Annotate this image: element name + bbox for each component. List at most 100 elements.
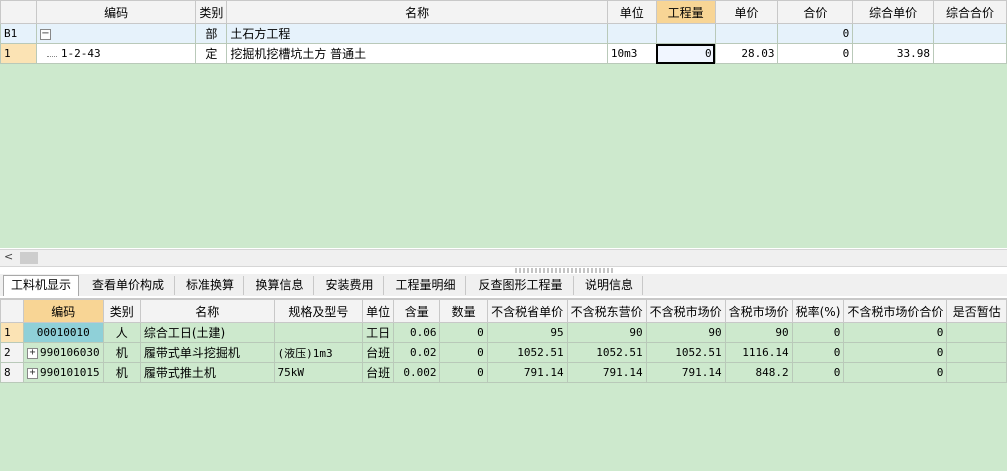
spec-cell[interactable]: 75kW	[273, 362, 364, 383]
name-cell[interactable]: 履带式单斗挖掘机	[139, 342, 275, 363]
unit-cell[interactable]	[606, 23, 657, 44]
name-cell[interactable]: 履带式推土机	[139, 362, 275, 383]
unit-cell[interactable]: 台班	[362, 342, 395, 363]
col-header-unit[interactable]: 单位	[606, 0, 657, 24]
col-header-price[interactable]: 单价	[714, 0, 779, 24]
prov-price-cell[interactable]: 95	[486, 322, 568, 343]
prov-price-cell[interactable]: 1052.51	[486, 342, 568, 363]
unit-cell[interactable]: 台班	[362, 362, 395, 383]
price-cell[interactable]: 28.03	[714, 43, 779, 64]
col-header-type[interactable]: 类别	[102, 299, 141, 323]
col-header-rownum[interactable]	[0, 299, 24, 323]
type-cell[interactable]: 机	[102, 362, 141, 383]
col-header-comp-price[interactable]: 综合单价	[852, 0, 935, 24]
name-cell[interactable]: 土石方工程	[226, 23, 608, 44]
pane-splitter-handle[interactable]	[515, 268, 613, 273]
provisional-cell[interactable]	[946, 342, 1007, 363]
row-number[interactable]: B1	[0, 23, 37, 44]
code-cell[interactable]: 1-2-43	[35, 43, 197, 64]
tax-market-price-cell[interactable]: 90	[724, 322, 793, 343]
table-row[interactable]: 1 1-2-43 定 挖掘机挖槽坑土方 普通土 10m3 0 28.03 0 3…	[0, 43, 1007, 64]
unit-cell[interactable]: 10m3	[606, 43, 657, 64]
code-cell[interactable]: +990101015	[22, 362, 104, 383]
row-number[interactable]: 1	[0, 43, 37, 64]
quantity-cell[interactable]: 0	[439, 322, 488, 343]
tab-description[interactable]: 说明信息	[576, 276, 643, 295]
code-cell[interactable]: 00010010	[22, 322, 104, 343]
col-header-code[interactable]: 编码	[22, 299, 104, 323]
market-total-cell[interactable]: 0	[843, 362, 948, 383]
dongying-price-cell[interactable]: 791.14	[566, 362, 647, 383]
col-header-type[interactable]: 类别	[195, 0, 228, 24]
tab-conversion-info[interactable]: 换算信息	[246, 276, 314, 295]
content-cell[interactable]: 0.002	[393, 362, 441, 383]
col-header-code[interactable]: 编码	[35, 0, 197, 24]
scroll-left-icon[interactable]: <	[4, 250, 13, 263]
col-header-comp-total[interactable]: 综合合价	[933, 0, 1007, 24]
tax-market-price-cell[interactable]: 848.2	[724, 362, 793, 383]
tax-rate-cell[interactable]: 0	[791, 342, 845, 363]
col-header-market-total[interactable]: 不含税市场价合价	[843, 299, 948, 323]
col-header-quantity[interactable]: 工程量	[655, 0, 716, 24]
tab-quantity-detail[interactable]: 工程量明细	[386, 276, 466, 295]
col-header-dongying-price[interactable]: 不含税东营价	[566, 299, 647, 323]
tax-market-price-cell[interactable]: 1116.14	[724, 342, 793, 363]
quantity-cell[interactable]: 0	[439, 342, 488, 363]
comp-total-cell[interactable]	[933, 43, 1007, 64]
scroll-thumb[interactable]	[20, 252, 38, 264]
quantity-cell-selected[interactable]: 0	[655, 43, 716, 64]
market-price-cell[interactable]: 791.14	[645, 362, 726, 383]
price-cell[interactable]	[714, 23, 779, 44]
market-price-cell[interactable]: 90	[645, 322, 726, 343]
tax-rate-cell[interactable]: 0	[791, 362, 845, 383]
row-number[interactable]: 1	[0, 322, 24, 343]
provisional-cell[interactable]	[946, 322, 1007, 343]
tab-install-fee[interactable]: 安装费用	[316, 276, 384, 295]
name-cell[interactable]: 综合工日(土建)	[139, 322, 275, 343]
content-cell[interactable]: 0.06	[393, 322, 441, 343]
col-header-content[interactable]: 含量	[393, 299, 441, 323]
content-cell[interactable]: 0.02	[393, 342, 441, 363]
market-price-cell[interactable]: 1052.51	[645, 342, 726, 363]
dongying-price-cell[interactable]: 90	[566, 322, 647, 343]
col-header-name[interactable]: 名称	[139, 299, 275, 323]
table-row[interactable]: B1 − 部 土石方工程 0	[0, 23, 1007, 44]
type-cell[interactable]: 定	[195, 43, 228, 64]
table-row[interactable]: 2 +990106030 机 履带式单斗挖掘机 (液压)1m3 台班 0.02 …	[0, 342, 1007, 363]
comp-price-cell[interactable]: 33.98	[852, 43, 935, 64]
row-number[interactable]: 2	[0, 342, 24, 363]
provisional-cell[interactable]	[946, 362, 1007, 383]
quantity-cell[interactable]	[655, 23, 716, 44]
market-total-cell[interactable]: 0	[843, 322, 948, 343]
expand-icon[interactable]: +	[26, 347, 38, 359]
col-header-rownum[interactable]	[0, 0, 37, 24]
total-cell[interactable]: 0	[777, 23, 854, 44]
col-header-prov-price[interactable]: 不含税省单价	[486, 299, 568, 323]
col-header-tax-rate[interactable]: 税率(%)	[791, 299, 845, 323]
tab-material-display[interactable]: 工料机显示	[3, 275, 79, 296]
tab-price-composition[interactable]: 查看单价构成	[82, 276, 175, 295]
code-cell[interactable]: −	[35, 23, 197, 44]
col-header-spec[interactable]: 规格及型号	[273, 299, 364, 323]
comp-total-cell[interactable]	[933, 23, 1007, 44]
name-cell[interactable]: 挖掘机挖槽坑土方 普通土	[226, 43, 608, 64]
market-total-cell[interactable]: 0	[843, 342, 948, 363]
horizontal-scrollbar[interactable]: <	[0, 249, 1007, 267]
table-row[interactable]: 1 00010010 人 综合工日(土建) 工日 0.06 0 95 90 90…	[0, 322, 1007, 343]
expand-icon[interactable]: +	[26, 367, 38, 379]
dongying-price-cell[interactable]: 1052.51	[566, 342, 647, 363]
row-number[interactable]: 8	[0, 362, 24, 383]
col-header-provisional[interactable]: 是否暂估	[946, 299, 1007, 323]
collapse-icon[interactable]: −	[39, 28, 51, 40]
tab-standard-conversion[interactable]: 标准换算	[177, 276, 244, 295]
tax-rate-cell[interactable]: 0	[791, 322, 845, 343]
col-header-tax-market-price[interactable]: 含税市场价	[724, 299, 793, 323]
total-cell[interactable]: 0	[777, 43, 854, 64]
type-cell[interactable]: 机	[102, 342, 141, 363]
col-header-market-price[interactable]: 不含税市场价	[645, 299, 726, 323]
type-cell[interactable]: 人	[102, 322, 141, 343]
col-header-name[interactable]: 名称	[226, 0, 608, 24]
unit-cell[interactable]: 工日	[362, 322, 395, 343]
col-header-quantity[interactable]: 数量	[439, 299, 488, 323]
spec-cell[interactable]: (液压)1m3	[273, 342, 364, 363]
